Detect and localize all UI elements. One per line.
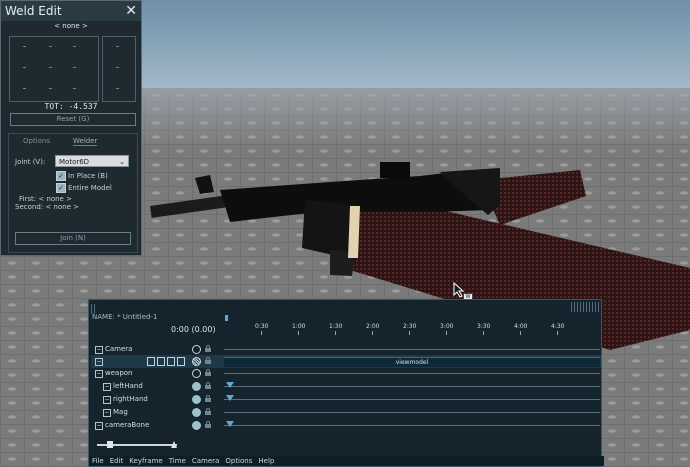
menu-time[interactable]: Time (169, 456, 186, 466)
collapse-toggle[interactable]: − (103, 396, 111, 404)
keyframe-marker[interactable] (226, 421, 234, 427)
track-row-camerabone[interactable]: − cameraBone (91, 419, 601, 432)
tool-icon[interactable] (177, 357, 185, 366)
first-part-label: First: < none > (19, 195, 72, 203)
tab-welder[interactable]: Welder (73, 137, 98, 146)
ruler-tick-label: 2:30 (403, 323, 417, 330)
second-part-label: Second: < none > (15, 203, 79, 211)
visibility-toggle[interactable] (192, 382, 201, 391)
lock-icon[interactable] (205, 382, 211, 389)
lock-icon[interactable] (205, 369, 211, 376)
tool-icon[interactable] (157, 357, 165, 366)
weld-edit-title: Weld Edit (5, 4, 62, 18)
zoom-slider[interactable] (97, 441, 177, 448)
visibility-toggle[interactable] (192, 395, 201, 404)
drag-handle-right[interactable] (571, 302, 599, 312)
track-label: Mag (113, 408, 128, 416)
tool-icon[interactable] (167, 357, 175, 366)
track-row-lefthand[interactable]: − leftHand (91, 380, 601, 393)
collapse-toggle[interactable]: − (95, 370, 103, 378)
chevron-down-icon: ⌄ (119, 158, 125, 166)
track-tool-icons (147, 357, 185, 366)
ruler-tick-label: 3:00 (440, 323, 454, 330)
total-offset-readout: TOT: -4.537 (44, 102, 98, 111)
track-label: cameraBone (105, 421, 150, 429)
weld-edit-titlebar[interactable]: Weld Edit ✕ (1, 1, 141, 21)
joint-type-value: Motor6D (59, 158, 90, 166)
ruler-tick-label: 1:30 (329, 323, 343, 330)
collapse-toggle[interactable]: − (95, 422, 103, 430)
visibility-toggle[interactable] (192, 345, 201, 354)
ruler-tick-label: 1:00 (292, 323, 306, 330)
lock-icon[interactable] (205, 357, 211, 364)
collapse-toggle[interactable]: − (95, 346, 103, 354)
tab-options[interactable]: Options (23, 137, 50, 145)
track-label: Camera (105, 345, 133, 353)
collapse-toggle[interactable]: − (95, 358, 103, 366)
ruler-tick-label: 2:00 (366, 323, 380, 330)
playhead-marker[interactable] (225, 315, 228, 321)
current-time-readout: 0:00 (0.00) (171, 325, 216, 334)
collapse-toggle[interactable]: − (103, 383, 111, 391)
editor-menu-bar: File Edit Keyframe Time Camera Options H… (89, 456, 604, 466)
join-button[interactable]: Join (N) (15, 232, 131, 245)
animation-name: NAME: * Untitled-1 (92, 313, 158, 321)
ruler-tick-label: 0:30 (255, 323, 269, 330)
ruler-tick-label: 3:30 (477, 323, 491, 330)
menu-file[interactable]: File (92, 456, 104, 466)
menu-options[interactable]: Options (225, 456, 252, 466)
visibility-toggle[interactable] (192, 408, 201, 417)
reset-button[interactable]: Reset (G) (10, 113, 136, 126)
track-row-righthand[interactable]: − rightHand (91, 393, 601, 406)
collapse-toggle[interactable]: − (103, 409, 111, 417)
menu-edit[interactable]: Edit (110, 456, 124, 466)
weld-edit-panel: Weld Edit ✕ < none > TOT: -4.537 Reset (… (0, 0, 142, 256)
menu-camera[interactable]: Camera (192, 456, 219, 466)
selected-part-name: < none > (54, 22, 88, 30)
animation-editor-panel: NAME: * Untitled-1 0:00 (0.00) 0:30 1:00… (88, 299, 604, 467)
tool-icon[interactable] (147, 357, 155, 366)
menu-keyframe[interactable]: Keyframe (129, 456, 162, 466)
track-label: leftHand (113, 382, 143, 390)
in-place-label: In Place (B) (68, 172, 108, 180)
time-ruler[interactable]: 0:30 1:00 1:30 2:00 2:30 3:00 3:30 4:00 … (223, 323, 601, 335)
close-icon[interactable]: ✕ (125, 3, 137, 19)
track-label: rightHand (113, 395, 148, 403)
track-row-mag[interactable]: − Mag (91, 406, 601, 419)
depth-preview-box (102, 36, 136, 102)
in-place-checkbox[interactable]: ✓ (56, 171, 66, 181)
entire-model-label: Entire Model (68, 184, 112, 192)
visibility-toggle[interactable] (192, 369, 201, 378)
zoom-slider-max-handle[interactable] (171, 441, 177, 448)
ruler-tick-label: 4:30 (551, 323, 565, 330)
joint-type-select[interactable]: Motor6D ⌄ (55, 155, 129, 167)
keyframe-marker[interactable] (226, 395, 234, 401)
joint-label: Joint (V): (15, 158, 46, 166)
track-row-weapon[interactable]: − weapon (91, 367, 601, 380)
lock-icon[interactable] (205, 408, 211, 415)
lock-icon[interactable] (205, 395, 211, 402)
track-label: weapon (105, 369, 133, 377)
zoom-slider-min-handle[interactable] (107, 441, 113, 448)
ruler-tick-label: 4:00 (514, 323, 528, 330)
lock-icon[interactable] (205, 345, 211, 352)
visibility-toggle[interactable] (192, 421, 201, 430)
visibility-toggle[interactable] (192, 357, 201, 366)
lock-icon[interactable] (205, 421, 211, 428)
clip-bar-viewmodel[interactable]: viewmodel (224, 357, 600, 367)
entire-model-checkbox[interactable]: ✓ (56, 183, 66, 193)
keyframe-marker[interactable] (226, 382, 234, 388)
menu-help[interactable]: Help (258, 456, 274, 466)
